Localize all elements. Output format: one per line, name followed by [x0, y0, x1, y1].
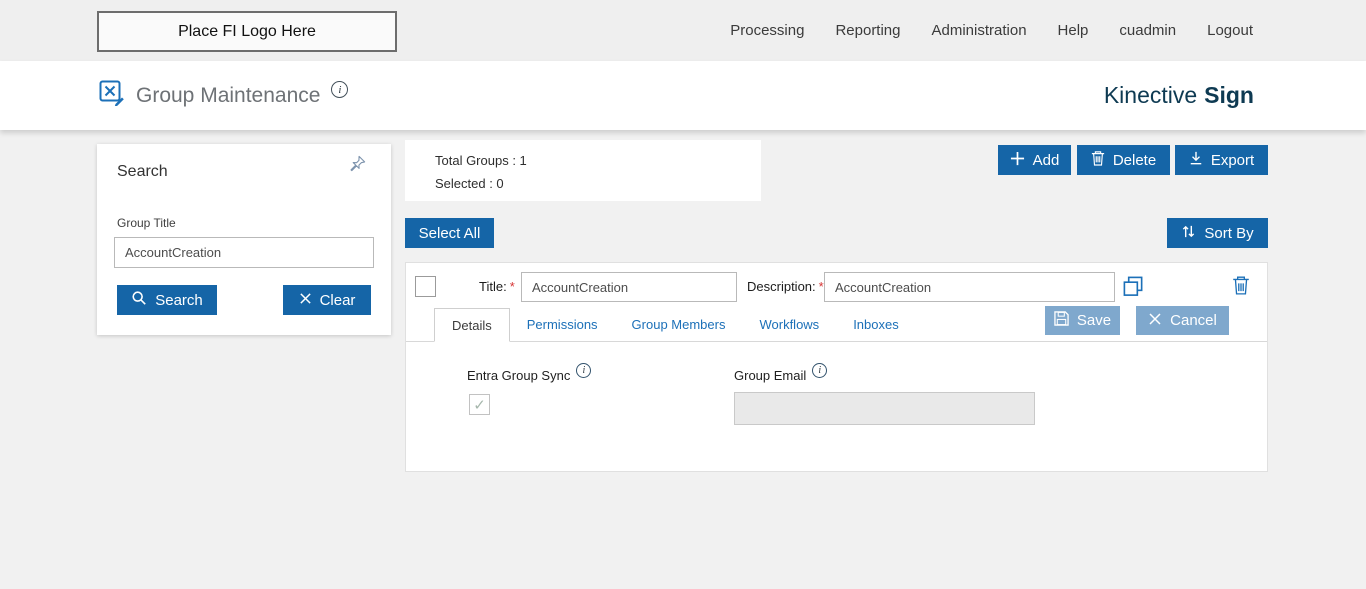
search-panel: Search Group Title Search [97, 144, 391, 335]
main-nav: Processing Reporting Administration Help… [730, 0, 1253, 61]
delete-button-label: Delete [1112, 151, 1157, 169]
tab-permissions[interactable]: Permissions [510, 308, 615, 342]
delete-group-button[interactable] [1232, 275, 1250, 298]
copy-group-button[interactable] [1122, 275, 1145, 301]
page-title-group: Group Maintenance i [99, 61, 349, 130]
clear-button[interactable]: Clear [283, 285, 371, 315]
clear-button-label: Clear [319, 291, 356, 309]
add-button-label: Add [1032, 151, 1060, 169]
tab-details[interactable]: Details [434, 308, 510, 342]
checkmark-icon: ✓ [473, 396, 486, 414]
nav-item-processing[interactable]: Processing [730, 22, 804, 39]
select-all-button-label: Select All [418, 224, 481, 242]
nav-item-help[interactable]: Help [1058, 22, 1089, 39]
plus-icon [1010, 151, 1025, 170]
page-title: Group Maintenance [136, 83, 321, 107]
x-icon [1148, 312, 1162, 330]
add-button[interactable]: Add [998, 145, 1071, 175]
group-title-input[interactable] [114, 237, 374, 268]
group-email-input[interactable] [734, 392, 1035, 425]
search-panel-title: Search [117, 163, 168, 180]
sort-arrows-icon [1181, 224, 1196, 243]
pin-icon[interactable] [348, 154, 367, 176]
content-area: Search Group Title Search [0, 130, 1366, 589]
tab-inboxes[interactable]: Inboxes [836, 308, 916, 342]
required-asterisk: * [509, 279, 515, 294]
search-button[interactable]: Search [117, 285, 217, 315]
save-button-label: Save [1076, 312, 1112, 329]
page-header: Group Maintenance i Kinective Sign [0, 61, 1366, 130]
summary-panel: Total Groups : 1 Selected : 0 [405, 140, 761, 201]
total-groups-count: Total Groups : 1 [435, 153, 527, 168]
group-row-card: Title:* Description:* [405, 262, 1268, 472]
group-maintenance-icon [99, 80, 125, 111]
description-input[interactable] [824, 272, 1115, 302]
sort-by-button-label: Sort By [1204, 224, 1254, 242]
title-field-label: Title: * [479, 279, 515, 294]
entra-group-sync-label: Entra Group Sync i [467, 363, 592, 383]
page-info-icon[interactable]: i [331, 81, 349, 98]
export-button-label: Export [1210, 151, 1255, 169]
copy-icon [1122, 276, 1145, 301]
nav-item-user-cuadmin[interactable]: cuadmin [1119, 22, 1176, 39]
tab-workflows[interactable]: Workflows [742, 308, 836, 342]
trash-icon [1091, 150, 1105, 170]
export-button[interactable]: Export [1175, 145, 1268, 175]
selected-count: Selected : 0 [435, 176, 504, 191]
save-button[interactable]: Save [1045, 306, 1120, 335]
floppy-disk-icon [1054, 311, 1069, 330]
group-tabs: Details Permissions Group Members Workfl… [434, 308, 916, 342]
brand-logo: Kinective Sign [1104, 61, 1254, 130]
cancel-button-label: Cancel [1170, 312, 1217, 329]
tab-group-members[interactable]: Group Members [615, 308, 743, 342]
delete-button[interactable]: Delete [1077, 145, 1170, 175]
required-asterisk: * [818, 279, 824, 294]
select-all-button[interactable]: Select All [405, 218, 494, 248]
group-title-label: Group Title [117, 216, 176, 230]
search-icon [131, 290, 147, 310]
group-email-label: Group Email i [734, 363, 828, 383]
brand-suffix: Sign [1204, 82, 1254, 108]
trash-outline-icon [1232, 276, 1250, 298]
brand-name: Kinective [1103, 82, 1198, 108]
download-icon [1189, 151, 1203, 169]
nav-item-reporting[interactable]: Reporting [835, 22, 900, 39]
title-input[interactable] [521, 272, 737, 302]
search-button-label: Search [155, 291, 203, 309]
sort-by-button[interactable]: Sort By [1167, 218, 1268, 248]
description-field-label: Description: * [747, 279, 824, 294]
entra-group-sync-checkbox[interactable]: ✓ [469, 394, 490, 415]
group-row-checkbox[interactable] [415, 276, 436, 297]
nav-item-logout[interactable]: Logout [1207, 22, 1253, 39]
nav-item-administration[interactable]: Administration [932, 22, 1027, 39]
group-email-info-icon[interactable]: i [812, 363, 828, 378]
x-icon [299, 292, 312, 309]
entra-group-sync-info-icon[interactable]: i [576, 363, 592, 378]
top-bar: Place FI Logo Here Processing Reporting … [0, 0, 1366, 61]
cancel-button[interactable]: Cancel [1136, 306, 1229, 335]
page: Place FI Logo Here Processing Reporting … [0, 0, 1366, 589]
fi-logo-placeholder[interactable]: Place FI Logo Here [97, 11, 397, 52]
